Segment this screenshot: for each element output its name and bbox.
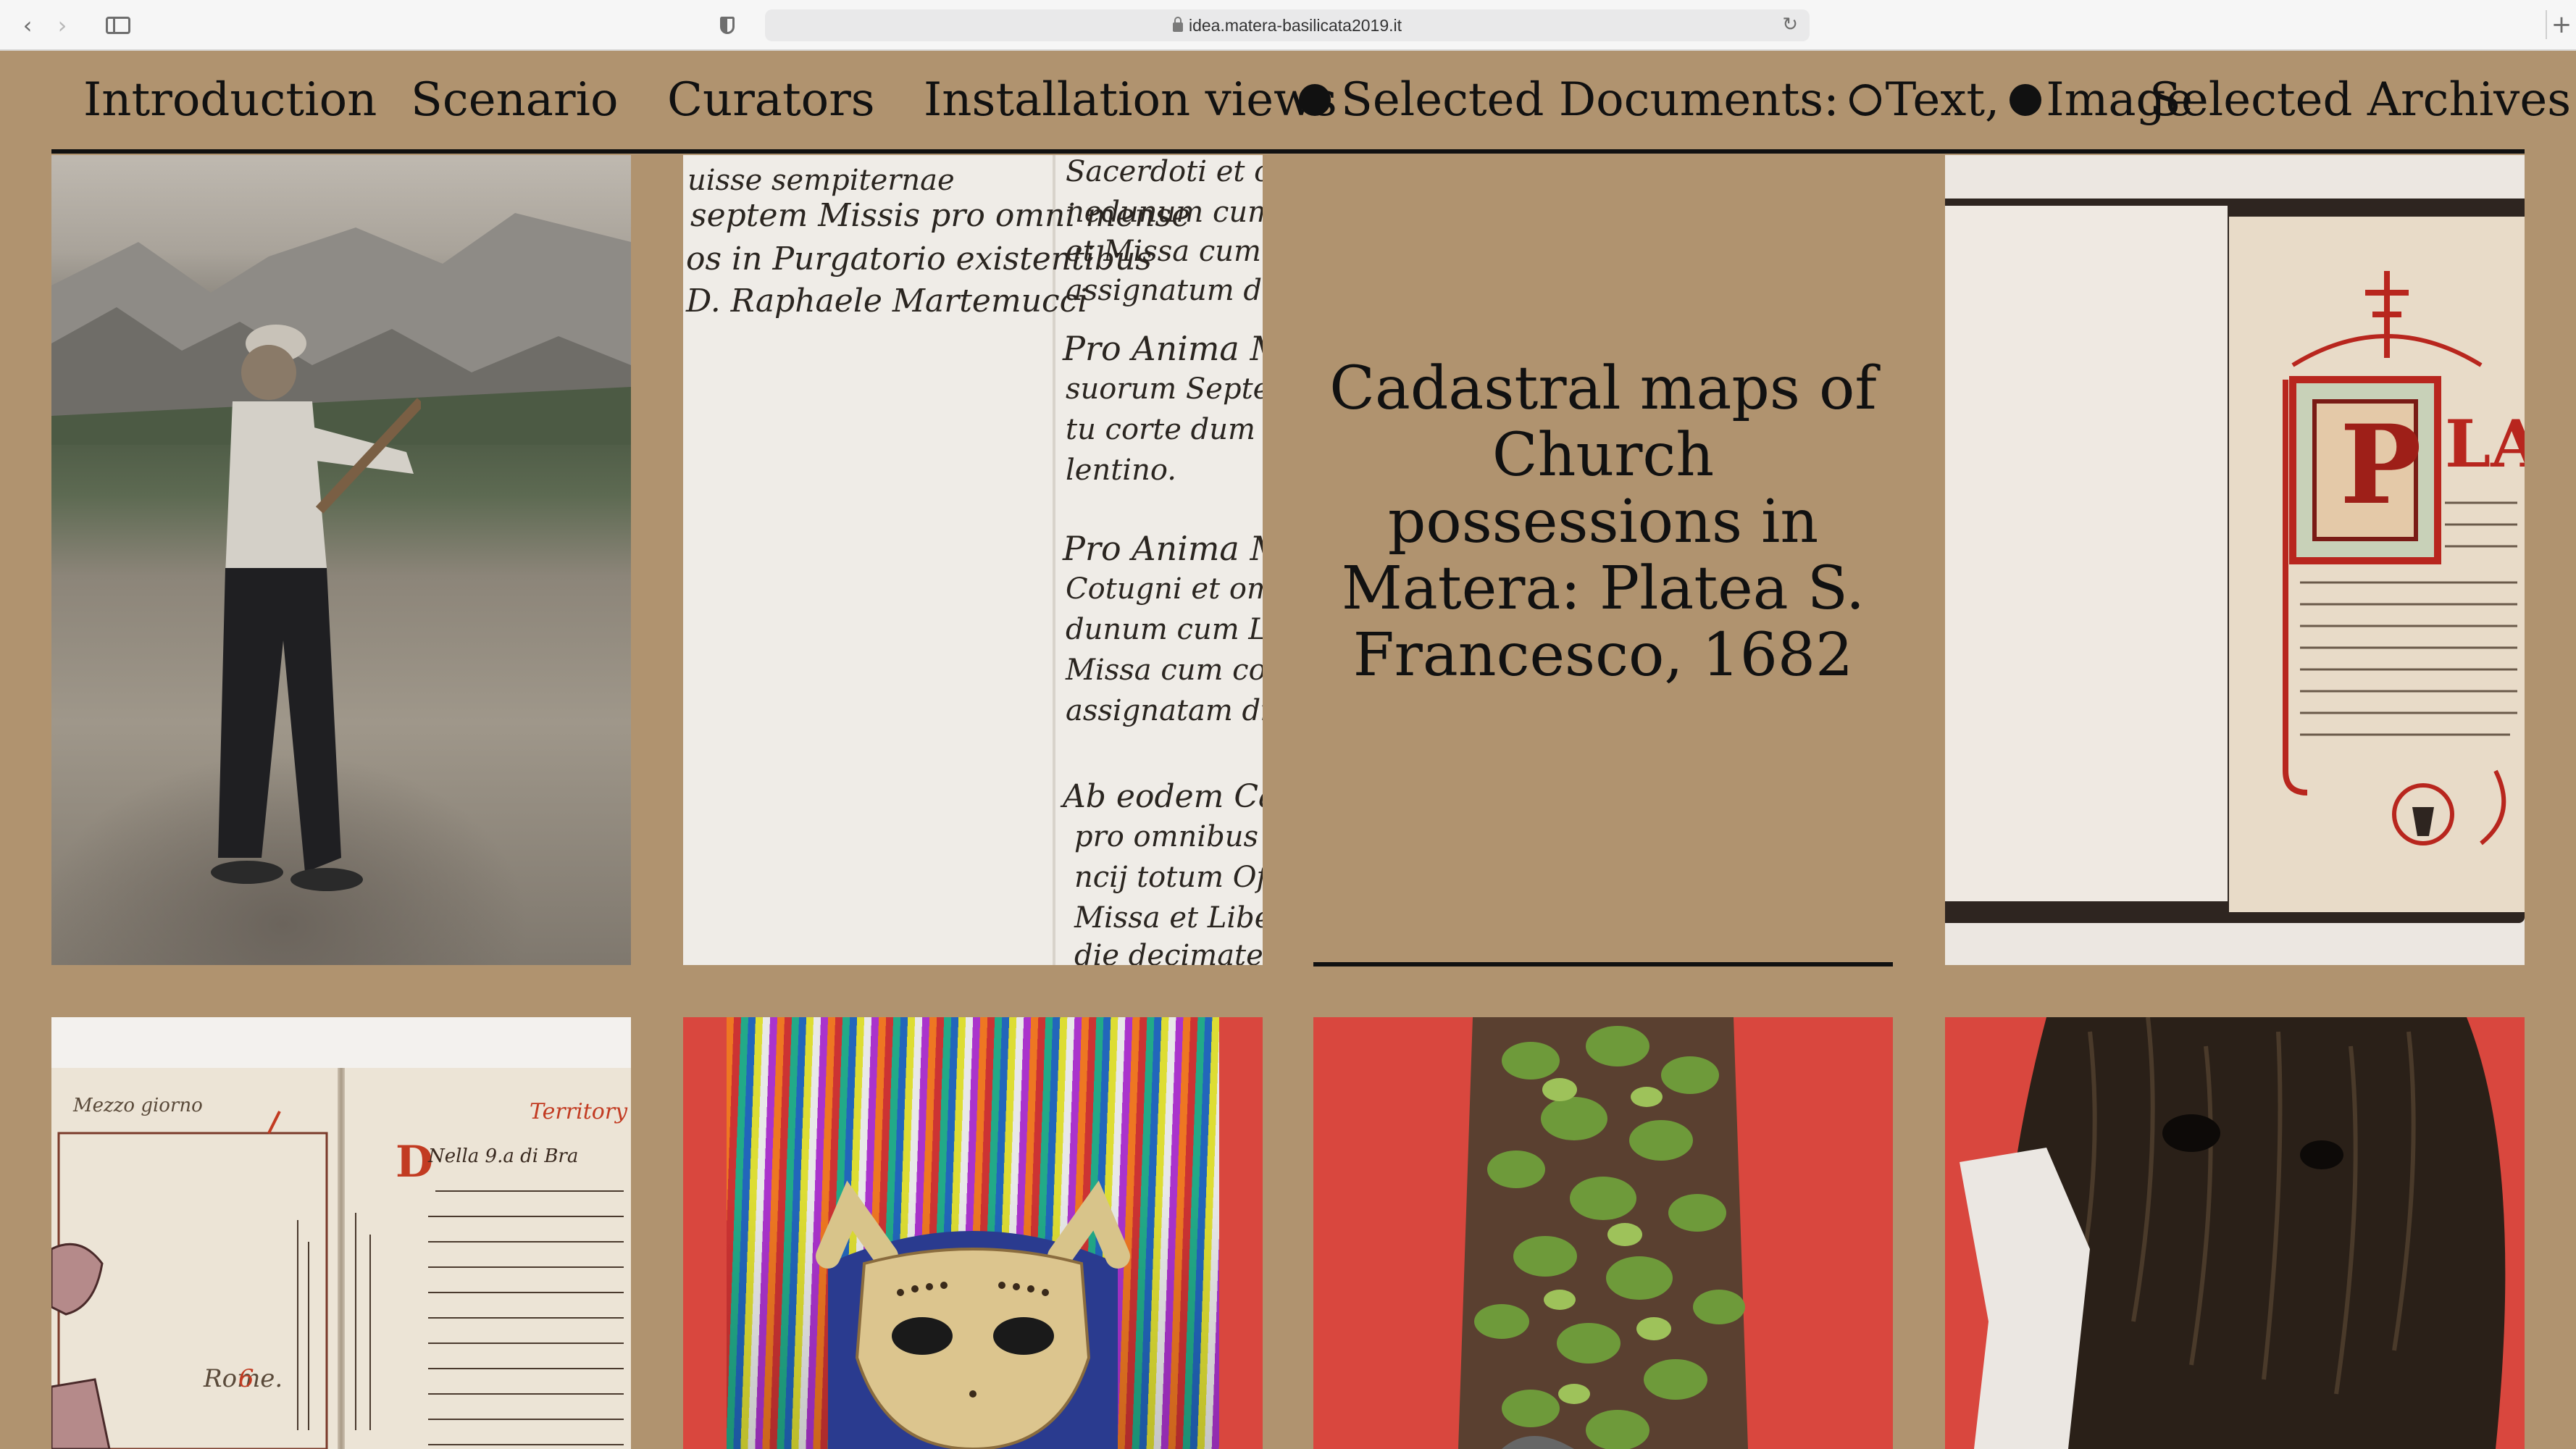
nav-link-introduction[interactable]: Introduction	[83, 71, 377, 129]
manuscript-line: Cotugni et omnium	[1066, 572, 1263, 606]
svg-text:LA: LA	[2445, 406, 2525, 483]
document-image-fur-costume[interactable]	[1945, 1017, 2525, 1449]
manuscript-line: suorum Septenarii	[1066, 372, 1263, 406]
svg-text:Mezzo giorno: Mezzo giorno	[72, 1095, 203, 1116]
map-page-illustration: Rome. 6 Mezzo giorno Territory D Nella 9…	[51, 1095, 628, 1449]
manuscript-line: Missa cum conta	[1066, 653, 1263, 687]
privacy-shield-icon[interactable]	[713, 11, 742, 40]
ivy-costume-illustration	[1458, 1017, 1748, 1449]
filter-text[interactable]: Text,	[1886, 71, 2000, 129]
fur-costume-illustration	[1960, 1017, 2506, 1449]
url-text: idea.matera-basilicata2019.it	[1188, 15, 1402, 35]
svg-text:P: P	[2340, 401, 2422, 529]
nav-link-curators[interactable]: Curators	[667, 71, 875, 129]
browser-toolbar: ‹ › idea.matera-basilicata2019.it ↻ +	[0, 0, 2576, 51]
site-navigation: Introduction Scenario Curators Installat…	[51, 51, 2571, 154]
mask-illustration	[816, 1180, 1130, 1449]
document-image-cadastral-map-book[interactable]: Rome. 6 Mezzo giorno Territory D Nella 9…	[51, 1017, 631, 1449]
new-tab-icon[interactable]: +	[2546, 10, 2576, 39]
document-image-handwritten-register[interactable]: uisse sempiternae septem Missis pro omni…	[683, 155, 1263, 965]
manuscript-line: D. Raphaele Martemucci	[686, 283, 1088, 320]
text-document-tile[interactable]: Cadastral maps of Church possessions in …	[1313, 155, 1893, 966]
manuscript-line: Sacerdoti et omn	[1066, 155, 1263, 188]
selected-documents-filter: Selected Documents: Text, Image	[1299, 71, 2193, 129]
manuscript-line: Missa et Libera	[1074, 901, 1263, 935]
image-filter-toggle-icon[interactable]	[2010, 84, 2042, 116]
nav-link-selected-archives[interactable]: Selected Archives	[2149, 71, 2571, 129]
manuscript-line: tu corte dum fest	[1066, 413, 1263, 446]
manuscript-line: assignatum die	[1066, 274, 1263, 307]
farmer-figure-illustration	[211, 325, 421, 891]
manuscript-line: ncij totum Offici	[1074, 861, 1263, 894]
manuscript-line: Pro Anima Ms. L	[1063, 529, 1263, 568]
document-image-ivy-costume[interactable]	[1313, 1017, 1893, 1449]
lock-icon	[1172, 16, 1183, 32]
back-arrow-icon[interactable]: ‹	[13, 11, 42, 40]
manuscript-line: et Missa cum co	[1066, 235, 1263, 268]
manuscript-line: Ab eodem Can. D.	[1063, 778, 1263, 815]
manuscript-line: assignatam die	[1066, 694, 1263, 727]
nav-link-installation-views[interactable]: Installation views	[924, 71, 1337, 129]
manuscript-line: uisse sempiternae	[687, 164, 955, 197]
manuscript-line: Pro Anima Melch	[1063, 329, 1263, 368]
document-image-carnival-mask-ribbons[interactable]	[683, 1017, 1263, 1449]
manuscript-line: dunum cum Lau	[1066, 613, 1263, 646]
text-filter-toggle-icon[interactable]	[1849, 84, 1881, 116]
sidebar-icon[interactable]	[101, 11, 135, 40]
svg-text:Nella 9.a di Bra: Nella 9.a di Bra	[427, 1145, 578, 1167]
filter-active-dot-icon	[1299, 84, 1331, 116]
book-left-page	[1945, 206, 2228, 901]
text-tile-caption: Cadastral maps of Church possessions in …	[1329, 354, 1877, 690]
manuscript-line: die decimatertia	[1074, 939, 1263, 965]
svg-text:6: 6	[238, 1364, 254, 1393]
svg-text:Territory: Territory	[530, 1099, 628, 1124]
nav-link-scenario[interactable]: Scenario	[411, 71, 619, 129]
nav-link-selected-documents[interactable]: Selected Documents:	[1341, 71, 1839, 129]
manuscript-line: nedunum cum L	[1066, 196, 1263, 229]
forward-arrow-icon[interactable]: ›	[48, 11, 77, 40]
illuminated-initial-illustration: P LA	[2283, 271, 2525, 845]
manuscript-line: pro omnibus pu	[1074, 820, 1263, 853]
reload-icon[interactable]: ↻	[1782, 14, 1798, 36]
document-image-farmer-hoeing[interactable]	[51, 155, 631, 965]
document-image-illuminated-platea[interactable]: P LA	[1945, 155, 2525, 965]
manuscript-line: lentino.	[1066, 454, 1176, 487]
address-bar[interactable]: idea.matera-basilicata2019.it ↻	[765, 9, 1810, 41]
